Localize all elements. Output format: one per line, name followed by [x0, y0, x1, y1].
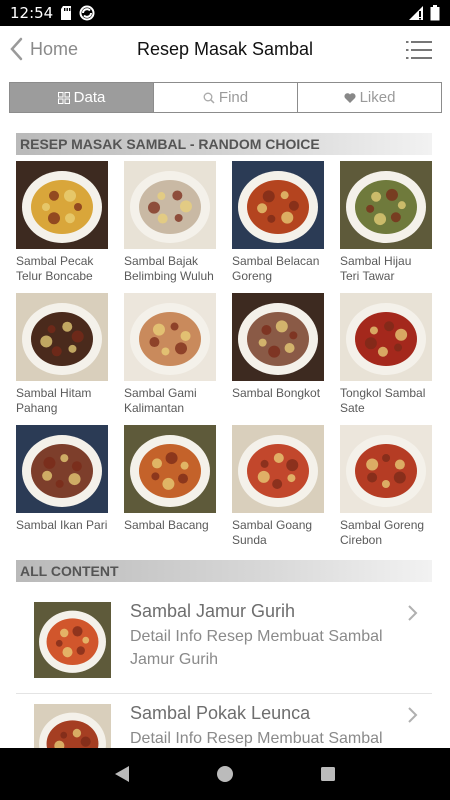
recipe-thumbnail — [340, 293, 432, 381]
recipe-caption: Sambal Hitam Pahang — [16, 386, 92, 415]
triangle-back-icon — [114, 766, 129, 782]
signal-icon — [409, 6, 423, 20]
recipe-thumbnail — [124, 293, 216, 381]
recipe-card[interactable]: Sambal Pecak Telur Boncabe — [16, 161, 108, 293]
sync-icon — [79, 5, 95, 21]
recipe-caption: Sambal Bacang — [124, 518, 209, 532]
recipe-card[interactable]: Sambal Goreng Cirebon — [340, 425, 432, 557]
recipe-caption: Sambal Bajak Belimbing Wuluh — [124, 254, 214, 283]
back-home-button[interactable]: Home — [8, 36, 78, 62]
recipe-thumbnail — [16, 161, 108, 249]
chevron-right-icon — [408, 707, 418, 723]
nav-back-button[interactable] — [110, 762, 134, 786]
heart-icon — [344, 92, 356, 103]
list-item-description: Detail Info Resep Membuat Sambal Pokak L… — [130, 730, 383, 747]
recipe-caption: Sambal Goreng Cirebon — [340, 518, 425, 547]
recipe-caption: Sambal Belacan Goreng — [232, 254, 320, 283]
recipe-grid: Sambal Pecak Telur Boncabe Sambal Bajak B… — [16, 161, 432, 557]
tab-liked-label: Liked — [359, 89, 396, 106]
nav-recents-button[interactable] — [316, 762, 340, 786]
recipe-thumbnail — [16, 293, 108, 381]
recipe-card[interactable]: Sambal Belacan Goreng — [232, 161, 324, 293]
tab-data[interactable]: Data — [10, 83, 153, 112]
recipe-thumbnail — [340, 425, 432, 513]
recipe-thumbnail — [232, 161, 324, 249]
list-item[interactable]: Sambal Jamur Gurih Detail Info Resep Memb… — [16, 592, 432, 694]
all-content-header: ALL CONTENT — [16, 560, 432, 582]
recipe-card[interactable]: Sambal Bajak Belimbing Wuluh — [124, 161, 216, 293]
tab-bar: Data Find Liked — [9, 82, 442, 113]
recipe-card[interactable]: Sambal Gami Kalimantan — [124, 293, 216, 425]
circle-home-icon — [216, 766, 233, 782]
nav-home-button[interactable] — [213, 762, 237, 786]
tab-liked[interactable]: Liked — [297, 83, 441, 112]
chevron-left-icon — [10, 37, 23, 61]
list-item[interactable]: Sambal Pokak Leunca Detail Info Resep Mem… — [16, 694, 432, 748]
recipe-thumbnail — [124, 425, 216, 513]
recipe-card[interactable]: Tongkol Sambal Sate — [340, 293, 432, 425]
recipe-caption: Sambal Goang Sunda — [232, 518, 313, 547]
recipe-caption: Sambal Ikan Pari — [16, 518, 108, 532]
random-section-header: RESEP MASAK SAMBAL - RANDOM CHOICE — [16, 133, 432, 155]
square-recents-icon — [321, 767, 336, 781]
battery-icon — [430, 5, 440, 21]
recipe-caption: Sambal Gami Kalimantan — [124, 386, 197, 415]
status-icons-right — [408, 5, 440, 21]
tab-find-label: Find — [218, 89, 249, 106]
recipe-card[interactable]: Sambal Hijau Teri Tawar — [340, 161, 432, 293]
menu-icon[interactable] — [406, 40, 432, 60]
sd-card-icon — [61, 6, 72, 20]
recipe-caption: Tongkol Sambal Sate — [340, 386, 426, 415]
recipe-thumbnail — [340, 161, 432, 249]
list-thumbnail — [34, 602, 111, 678]
tab-data-label: Data — [73, 89, 106, 106]
list-thumbnail — [34, 704, 111, 748]
system-nav-bar — [0, 748, 450, 800]
recipe-thumbnail — [124, 161, 216, 249]
chevron-right-icon — [408, 605, 418, 621]
list-item-description: Detail Info Resep Membuat Sambal Jamur G… — [130, 628, 383, 668]
list-item-title: Sambal Pokak Leunca — [130, 703, 311, 723]
grid-icon — [57, 91, 70, 104]
recipe-thumbnail — [16, 425, 108, 513]
recipe-caption: Sambal Bongkot — [232, 386, 321, 400]
recipe-thumbnail — [232, 425, 324, 513]
back-label: Home — [30, 38, 79, 59]
search-icon — [203, 92, 215, 104]
list-item-title: Sambal Jamur Gurih — [130, 601, 296, 621]
status-icons-left — [61, 5, 95, 21]
status-bar: 12:54 — [0, 0, 450, 26]
content-area[interactable]: RESEP MASAK SAMBAL - RANDOM CHOICE Samba… — [0, 113, 450, 748]
recipe-card[interactable]: Sambal Goang Sunda — [232, 425, 324, 557]
content-list: Sambal Jamur Gurih Detail Info Resep Memb… — [16, 592, 432, 748]
recipe-card[interactable]: Sambal Ikan Pari — [16, 425, 108, 557]
recipe-caption: Sambal Pecak Telur Boncabe — [16, 254, 94, 283]
recipe-thumbnail — [232, 293, 324, 381]
tab-find[interactable]: Find — [153, 83, 297, 112]
recipe-card[interactable]: Sambal Bacang — [124, 425, 216, 557]
recipe-caption: Sambal Hijau Teri Tawar — [340, 254, 412, 283]
status-time: 12:54 — [10, 4, 54, 22]
app-header: Home Resep Masak Sambal — [0, 26, 450, 74]
recipe-card[interactable]: Sambal Hitam Pahang — [16, 293, 108, 425]
recipe-card[interactable]: Sambal Bongkot — [232, 293, 324, 425]
